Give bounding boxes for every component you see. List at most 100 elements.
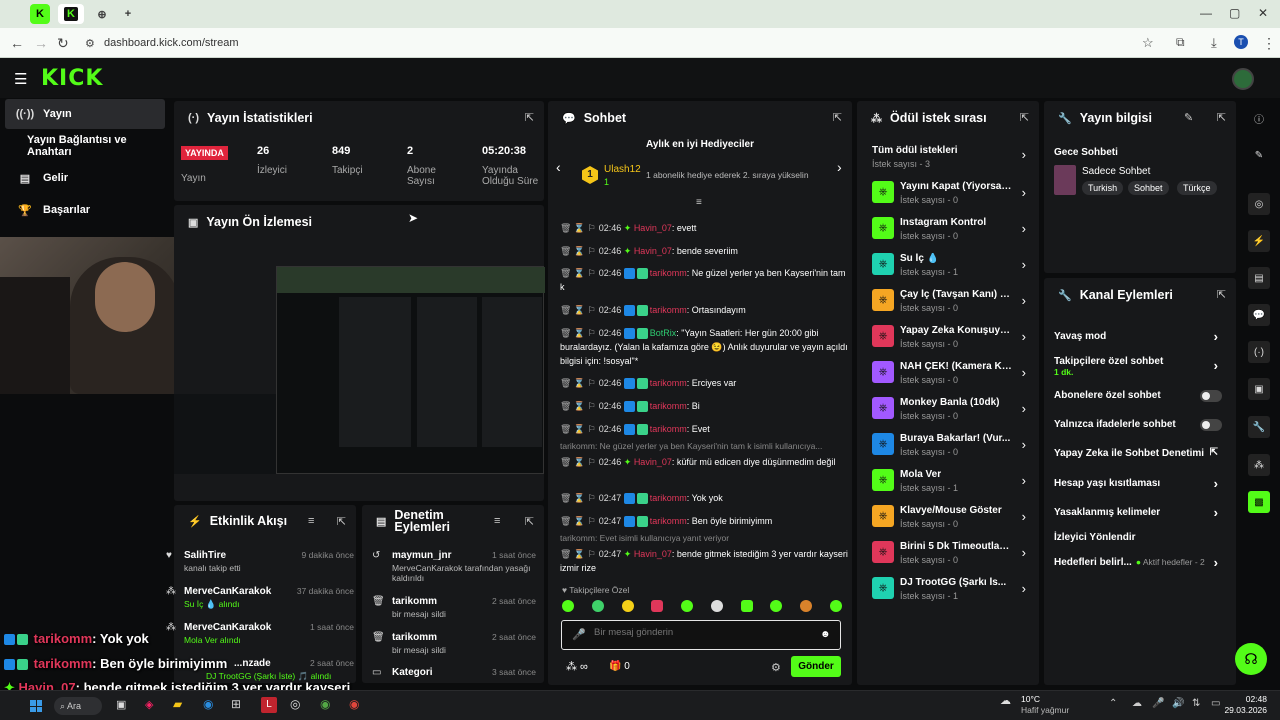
all-rewards-item[interactable]: Tüm ödül istekleri İstek sayısı - 3 › xyxy=(872,145,1032,171)
tab-kick-active[interactable]: K xyxy=(58,4,84,24)
profile-avatar[interactable]: T xyxy=(1234,35,1248,49)
banned-words-item[interactable]: Yasaklanmış kelimeler › xyxy=(1054,505,1224,520)
stats-icon[interactable]: ▣ xyxy=(1248,378,1270,400)
kick-logo[interactable]: KICK xyxy=(41,66,103,91)
chevron-right-icon[interactable]: › xyxy=(837,159,842,175)
site-info-icon[interactable]: ⚙ xyxy=(85,37,95,50)
maximize-icon[interactable]: ▢ xyxy=(1229,6,1240,20)
popout-icon[interactable]: ⇱ xyxy=(1217,288,1226,301)
reward-item[interactable]: ⎈ Birini 5 Dk Timeoutla 🔨 İstek sayısı - 0… xyxy=(872,541,1032,575)
hamburger-menu-icon[interactable]: ☰ xyxy=(14,70,27,88)
nav-item-stream[interactable]: ((·)) Yayın xyxy=(5,99,165,129)
clock-time[interactable]: 02:48 xyxy=(1223,694,1267,704)
reload-icon[interactable]: ↻ xyxy=(57,35,69,52)
emote-row[interactable] xyxy=(562,600,842,616)
send-button[interactable]: Gönder xyxy=(791,656,841,677)
tab-kick-1[interactable]: K xyxy=(30,4,50,24)
battery-icon[interactable]: ▭ xyxy=(1211,698,1220,709)
extensions-icon[interactable]: ⧉ xyxy=(1176,35,1185,50)
tray-chevron-icon[interactable]: ⌃ xyxy=(1109,698,1117,709)
chevron-left-icon[interactable]: ‹ xyxy=(556,159,561,175)
copilot-icon[interactable]: ◈ xyxy=(145,698,153,711)
mic-icon[interactable]: 🎤 xyxy=(572,628,586,641)
kick-app-icon[interactable]: ▩ xyxy=(1248,491,1270,513)
followers-chat-item[interactable]: Takipçilere özel sohbet 1 dk. › xyxy=(1054,356,1224,377)
popout-icon[interactable]: ⇱ xyxy=(833,111,842,124)
popout-icon[interactable]: ⇱ xyxy=(1217,111,1226,124)
app-l-icon[interactable]: L xyxy=(261,697,277,713)
store-icon[interactable]: ⊞ xyxy=(231,697,241,711)
task-view-icon[interactable]: ▣ xyxy=(116,698,126,711)
weather-icon[interactable]: ☁ xyxy=(1000,694,1011,707)
reward-item[interactable]: ⎈ Klavye/Mouse Göster İstek sayısı - 0 › xyxy=(872,505,1032,539)
reward-item[interactable]: ⎈ Yapay Zeka Konuşuyo... İstek sayısı - 0 › xyxy=(872,325,1032,359)
reward-item[interactable]: ⎈ Yayını Kapat (Yiyorsa)... İstek sayısı -… xyxy=(872,181,1032,215)
cloud-icon[interactable]: ☁ xyxy=(1132,698,1142,709)
reward-item[interactable]: ⎈ Buraya Bakarlar! (Vur... İstek sayısı - … xyxy=(872,433,1032,467)
edit-pencil-icon[interactable]: ✎ xyxy=(1184,111,1193,124)
close-icon[interactable]: ✕ xyxy=(1258,6,1268,20)
chrome-icon[interactable]: ◉ xyxy=(349,697,359,711)
tab-globe-icon[interactable]: ⊕ xyxy=(92,4,112,24)
speaker-icon[interactable]: 🔊 xyxy=(1172,698,1184,709)
back-icon[interactable]: ← xyxy=(10,35,24,51)
nav-item-stream-key[interactable]: Yayın Bağlantısı ve Anahtarı xyxy=(5,131,165,161)
popout-icon[interactable]: ⇱ xyxy=(1020,111,1029,124)
popout-icon[interactable]: ⇱ xyxy=(337,515,346,528)
camera-icon[interactable]: ◎ xyxy=(1248,193,1270,215)
forward-icon[interactable]: → xyxy=(34,35,48,51)
chat-input[interactable] xyxy=(594,627,804,638)
edge-icon[interactable]: ◉ xyxy=(203,697,213,711)
pinned-toggle-icon[interactable]: ≡ xyxy=(696,197,702,208)
clock-date[interactable]: 29.03.2026 xyxy=(1223,705,1267,715)
nav-item-achievements[interactable]: 🏆 Başarılar xyxy=(5,195,165,225)
mic-icon[interactable]: 🎤 xyxy=(1152,698,1164,709)
wrench-icon[interactable]: 🔧 xyxy=(1248,416,1270,438)
new-tab-button[interactable]: + xyxy=(118,4,138,24)
user-avatar[interactable] xyxy=(1232,68,1254,90)
reward-item[interactable]: ⎈ NAH ÇEK! (Kamera Ka... İstek sayısı - 0 › xyxy=(872,361,1032,395)
lightning-icon[interactable]: ⚡ xyxy=(1248,230,1270,252)
preview-video[interactable] xyxy=(276,266,545,474)
info-icon[interactable]: ⓘ xyxy=(1248,107,1270,129)
ai-moderation-item[interactable]: Yapay Zeka ile Sohbet Denetimi ⇱ xyxy=(1054,447,1224,459)
reward-icon[interactable]: ⁂ xyxy=(1248,454,1270,476)
filter-icon[interactable]: ≡ xyxy=(494,515,500,527)
broadcast-icon[interactable]: (·) xyxy=(1248,341,1270,363)
obs-icon[interactable]: ◎ xyxy=(290,697,300,711)
network-icon[interactable]: ⇅ xyxy=(1192,698,1200,709)
start-windows-icon[interactable] xyxy=(30,700,42,712)
subs-chat-toggle[interactable] xyxy=(1200,390,1222,402)
emotes-chat-toggle[interactable] xyxy=(1200,419,1222,431)
filter-icon[interactable]: ≡ xyxy=(308,515,314,527)
menu-dots-icon[interactable]: ⋮ xyxy=(1262,35,1276,52)
download-icon[interactable]: ⤓ xyxy=(1211,35,1217,51)
minimize-icon[interactable]: — xyxy=(1200,6,1212,20)
reward-item[interactable]: ⎈ Mola Ver İstek sayısı - 1 › xyxy=(872,469,1032,503)
targets-item[interactable]: Hedefleri belirl... ● Aktif hedefler - 2 › xyxy=(1054,555,1224,570)
reward-item[interactable]: ⎈ Instagram Kontrol İstek sayısı - 0 › xyxy=(872,217,1032,251)
reward-item[interactable]: ⎈ DJ TrootGG (Şarkı İs... İstek sayısı - 1… xyxy=(872,577,1032,611)
file-explorer-icon[interactable]: ▰ xyxy=(173,697,182,711)
edit-pencil-icon[interactable]: ✎ xyxy=(1248,144,1270,166)
gift-icon[interactable]: 🎁 0 xyxy=(609,661,630,672)
account-age-item[interactable]: Hesap yaşı kısıtlaması › xyxy=(1054,476,1224,491)
bookmark-star-icon[interactable]: ☆ xyxy=(1142,35,1154,51)
reward-item[interactable]: ⎈ Çay İç (Tavşan Kanı) 🟣 İstek sayısı - 0 › xyxy=(872,289,1032,323)
chrome-icon[interactable]: ◉ xyxy=(320,697,330,711)
help-headset-icon[interactable]: ☊ xyxy=(1235,643,1267,675)
chat-icon[interactable]: 💬 xyxy=(1248,304,1270,326)
url-text[interactable]: dashboard.kick.com/stream xyxy=(104,37,239,49)
reward-item[interactable]: ⎈ Su İç 💧 İstek sayısı - 1 › xyxy=(872,253,1032,287)
emoji-icon[interactable]: ☻ xyxy=(820,629,831,640)
settings-gear-icon[interactable]: ⚙ xyxy=(771,661,781,674)
document-icon[interactable]: ▤ xyxy=(1248,267,1270,289)
reward-item[interactable]: ⎈ Monkey Banla (10dk) İstek sayısı - 0 › xyxy=(872,397,1032,431)
chat-input-box[interactable]: 🎤 ☻ xyxy=(561,620,841,650)
slow-mode-item[interactable]: Yavaş mod › xyxy=(1054,329,1224,344)
popout-icon[interactable]: ⇱ xyxy=(525,515,534,528)
taskbar-search[interactable]: ⌕ Ara xyxy=(54,697,102,715)
nav-item-revenue[interactable]: ▤ Gelir xyxy=(5,163,165,193)
points-icon[interactable]: ⁂ ∞ xyxy=(566,660,588,673)
popout-icon[interactable]: ⇱ xyxy=(525,111,534,124)
